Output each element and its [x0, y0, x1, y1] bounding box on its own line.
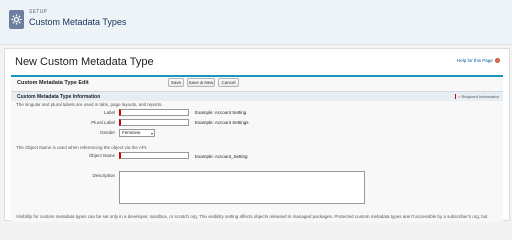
- object-name-field-label: Object Name: [88, 153, 115, 158]
- label-input[interactable]: [119, 109, 189, 116]
- gear-icon: [11, 14, 22, 25]
- page-container: New Custom Metadata Type Help for this P…: [4, 48, 510, 222]
- required-marker: [455, 94, 457, 100]
- cancel-button[interactable]: Cancel: [218, 78, 239, 87]
- help-link[interactable]: Help for this Page ?: [457, 58, 500, 64]
- help-link-label[interactable]: Help for this Page: [457, 58, 493, 63]
- section-header: Custom Metadata Type Information = Requi…: [11, 91, 503, 101]
- object-name-input[interactable]: [119, 152, 189, 159]
- setup-label: SETUP: [29, 9, 48, 15]
- label-example: Example: Account Setting: [195, 110, 247, 115]
- page-title: New Custom Metadata Type: [15, 56, 154, 68]
- description-textarea[interactable]: [119, 171, 365, 204]
- edit-panel: Custom Metadata Type Edit Save Save & Ne…: [11, 75, 503, 222]
- setup-app-icon: [9, 10, 24, 29]
- save-and-new-button[interactable]: Save & New: [187, 78, 215, 87]
- plural-label-example: Example: Account Settings: [195, 120, 249, 125]
- plural-note: The singular and plural labels are used …: [16, 102, 163, 107]
- required-info-label: = Required Information: [458, 94, 499, 99]
- gender-select[interactable]: Feminine ▾: [119, 129, 155, 137]
- gender-field-label: Gender: [99, 130, 115, 135]
- visibility-note: Visibility for custom metadata types can…: [16, 214, 488, 219]
- question-icon[interactable]: ?: [495, 58, 500, 64]
- save-button[interactable]: Save: [168, 78, 184, 87]
- gender-select-value: Feminine: [122, 130, 141, 135]
- required-info: = Required Information: [455, 94, 499, 100]
- plural-label-input[interactable]: [119, 119, 189, 126]
- object-name-example: Example: Account_Setting: [195, 154, 248, 159]
- object-note: The Object Name is used when referencing…: [16, 145, 148, 150]
- edit-panel-title: Custom Metadata Type Edit: [17, 80, 89, 86]
- app-header: SETUP Custom Metadata Types: [0, 0, 512, 45]
- plural-label-field-label: Plural Label: [91, 120, 115, 125]
- description-field-label: Description: [92, 173, 115, 178]
- section-title: Custom Metadata Type Information: [17, 93, 101, 100]
- chevron-down-icon: ▾: [150, 131, 153, 136]
- label-field-label: Label: [103, 110, 115, 115]
- app-title: Custom Metadata Types: [29, 17, 127, 27]
